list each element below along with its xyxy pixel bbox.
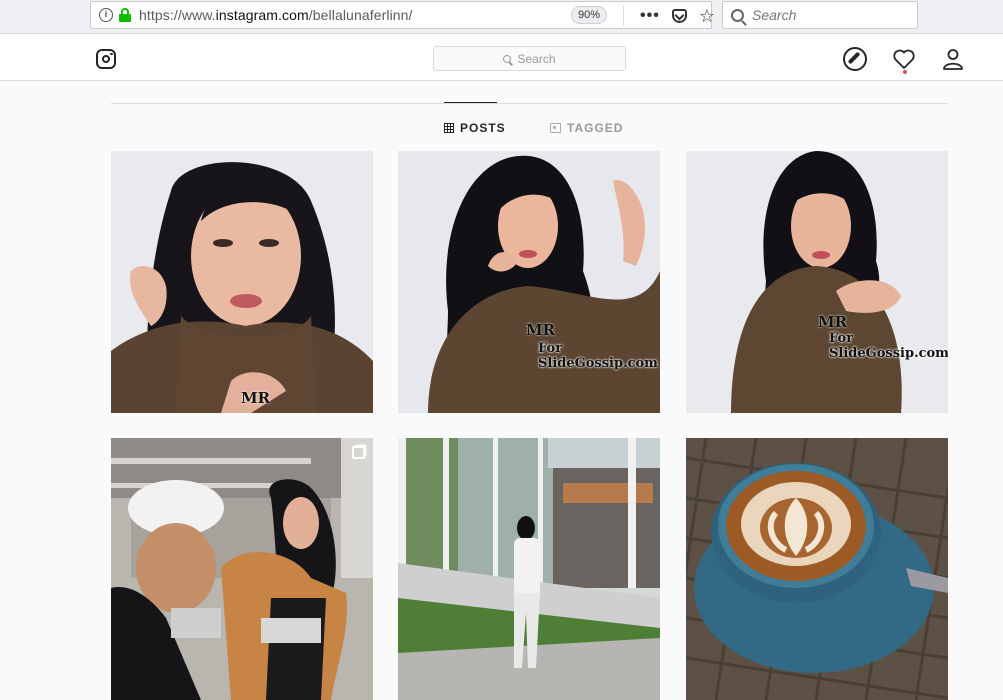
instagram-header: Search (0, 35, 1003, 81)
watermark-text: For SlideGossip.com (538, 341, 658, 371)
search-icon (503, 54, 512, 63)
instagram-search-input[interactable]: Search (433, 46, 626, 71)
post-image (398, 438, 660, 700)
url-text[interactable]: https://www.instagram.com/bellalunaferli… (139, 7, 413, 23)
activity-heart-icon[interactable] (892, 47, 916, 71)
browser-toolbar: i https://www.instagram.com/bellalunafer… (0, 0, 1003, 34)
tab-tagged[interactable]: TAGGED (550, 121, 623, 135)
url-bar[interactable]: i https://www.instagram.com/bellalunafer… (90, 1, 715, 29)
watermark-mr: MR (526, 321, 556, 339)
browser-search-input[interactable]: Search (722, 1, 918, 29)
watermark-mr: MR (241, 389, 271, 407)
separator (623, 6, 624, 26)
browser-search-placeholder: Search (752, 7, 797, 23)
instagram-logo-icon[interactable] (96, 49, 116, 69)
zoom-indicator[interactable]: 90% (571, 6, 608, 24)
instagram-search-placeholder: Search (517, 51, 556, 66)
post-image (686, 151, 948, 413)
post-thumbnail[interactable] (111, 438, 373, 700)
info-icon[interactable]: i (99, 8, 113, 22)
notification-dot (903, 70, 907, 74)
tagged-icon (550, 123, 561, 133)
explore-compass-icon[interactable] (843, 47, 867, 71)
post-thumbnail[interactable]: MR (111, 151, 373, 413)
post-image (111, 151, 373, 413)
pocket-icon[interactable] (671, 9, 687, 23)
search-icon (731, 8, 744, 22)
post-thumbnail[interactable]: MR For SlideGossip.com (398, 151, 660, 413)
post-image (686, 438, 948, 700)
active-tab-indicator (444, 102, 497, 103)
tabs-divider (111, 103, 948, 104)
tab-tagged-label: TAGGED (567, 121, 624, 135)
page-actions-icon[interactable]: ••• (640, 7, 660, 25)
watermark-mr: MR (818, 313, 848, 331)
tab-posts[interactable]: POSTS (444, 121, 506, 135)
post-image (398, 151, 660, 413)
tab-posts-label: POSTS (460, 121, 506, 135)
post-thumbnail[interactable] (686, 438, 948, 700)
multiple-photos-icon (352, 446, 365, 459)
post-thumbnail[interactable]: MR For SlideGossip.com (686, 151, 948, 413)
watermark-text: For SlideGossip.com (829, 331, 948, 361)
bookmark-star-icon[interactable]: ☆ (699, 7, 715, 25)
post-image (111, 438, 373, 700)
grid-icon (444, 123, 454, 133)
lock-icon[interactable] (119, 8, 131, 22)
profile-icon[interactable] (941, 47, 965, 71)
post-thumbnail[interactable] (398, 438, 660, 700)
